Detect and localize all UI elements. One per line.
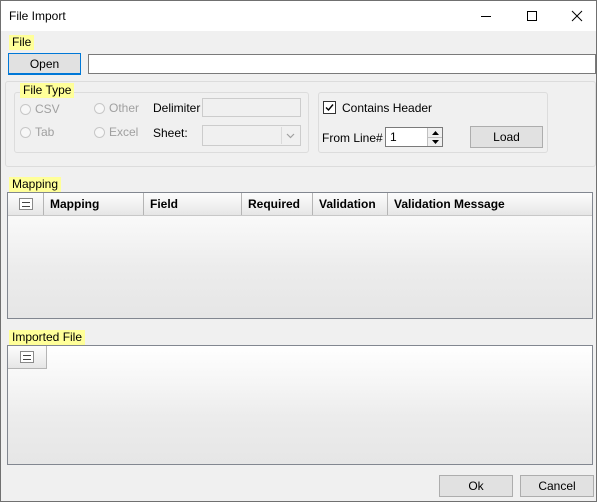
ok-button[interactable]: Ok	[439, 475, 513, 497]
column-header-field[interactable]: Field	[144, 193, 242, 215]
radio-icon	[20, 126, 31, 138]
column-chooser-icon	[18, 198, 33, 210]
from-line-spinner[interactable]: 1	[385, 127, 443, 147]
file-path-input[interactable]	[88, 54, 596, 74]
radio-icon	[20, 103, 31, 115]
mapping-section-label: Mapping	[9, 177, 62, 192]
cancel-button[interactable]: Cancel	[520, 475, 594, 497]
contains-header-checkbox[interactable]	[323, 101, 336, 114]
mapping-grid-header: Mapping Field Required Validation Valida…	[8, 193, 592, 216]
minimize-icon	[481, 16, 491, 17]
radio-other-label: Other	[109, 101, 140, 115]
column-header-validation[interactable]: Validation	[313, 193, 388, 215]
open-button[interactable]: Open	[8, 53, 81, 75]
title-bar: File Import	[1, 1, 596, 31]
radio-tab[interactable]: Tab	[20, 125, 54, 139]
from-line-value: 1	[390, 130, 397, 144]
radio-excel[interactable]: Excel	[94, 125, 138, 139]
column-chooser-button[interactable]	[8, 193, 44, 215]
spinner-buttons	[427, 128, 442, 146]
window-title: File Import	[9, 9, 66, 23]
radio-csv[interactable]: CSV	[20, 102, 60, 116]
minimize-button[interactable]	[463, 1, 509, 31]
arrow-up-icon	[431, 130, 439, 135]
delimiter-label: Delimiter	[153, 101, 201, 115]
radio-icon	[94, 102, 105, 114]
file-section-label: File	[9, 35, 35, 50]
delimiter-input[interactable]	[202, 98, 301, 117]
contains-header-label: Contains Header	[342, 101, 433, 115]
radio-csv-label: CSV	[35, 102, 60, 116]
radio-excel-label: Excel	[109, 125, 139, 139]
maximize-button[interactable]	[509, 1, 555, 31]
imported-file-grid[interactable]	[7, 345, 593, 465]
arrow-down-icon	[431, 140, 439, 144]
column-header-validation-message[interactable]: Validation Message	[388, 193, 592, 215]
sheet-select[interactable]	[202, 125, 301, 146]
spin-down-button[interactable]	[428, 138, 442, 146]
from-line-label: From Line#	[322, 131, 383, 145]
imported-file-section-label: Imported File	[9, 330, 86, 345]
radio-other[interactable]: Other	[94, 101, 139, 115]
column-header-required[interactable]: Required	[242, 193, 313, 215]
maximize-icon	[527, 11, 537, 21]
radio-tab-label: Tab	[35, 125, 55, 139]
close-button[interactable]	[554, 1, 597, 31]
spin-up-button[interactable]	[428, 128, 442, 138]
sheet-label: Sheet:	[153, 126, 188, 140]
close-icon	[571, 10, 583, 22]
load-button[interactable]: Load	[470, 126, 543, 148]
checkmark-icon	[325, 104, 334, 112]
imported-column-chooser-button[interactable]	[8, 346, 47, 369]
radio-icon	[94, 126, 105, 138]
sheet-dropdown-button[interactable]	[281, 127, 299, 144]
chevron-down-icon	[286, 133, 295, 138]
column-header-mapping[interactable]: Mapping	[44, 193, 144, 215]
file-import-window: File Import File Open File Type CSV Othe…	[0, 0, 597, 502]
file-type-label: File Type	[20, 83, 75, 98]
mapping-grid[interactable]: Mapping Field Required Validation Valida…	[7, 192, 593, 319]
column-chooser-icon	[20, 351, 34, 363]
